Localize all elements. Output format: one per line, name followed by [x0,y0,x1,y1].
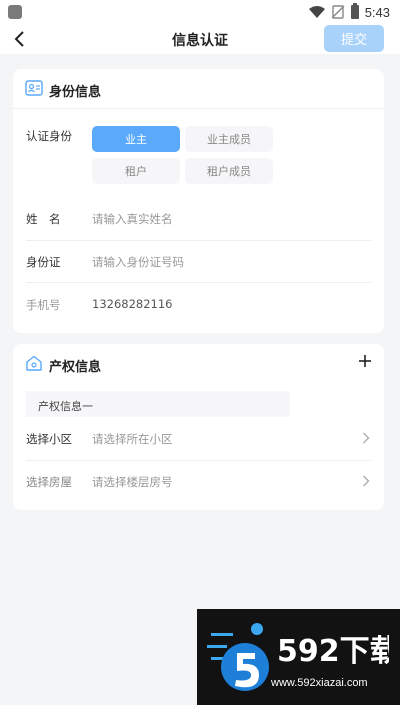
room-select[interactable]: 请选择楼层房号 [92,474,173,490]
role-option-owner[interactable]: 业主 [92,126,180,152]
house-icon [26,355,42,371]
phone-label: 手机号 [26,298,61,312]
svg-text:592下载: 592下载 [277,634,389,669]
chevron-right-icon[interactable] [362,432,370,444]
name-label: 姓 名 [26,212,61,226]
phone-value: 13268282116 [92,297,173,311]
id-number-input[interactable]: 请输入身份证号码 [92,254,184,270]
identity-card: 身份信息 认证身份 业主 业主成员 租户 租户成员 姓 名 请输入真实姓名 身份… [13,69,384,333]
property-group-header: 产权信息一 [26,391,290,417]
community-label: 选择小区 [26,432,72,446]
row-divider [26,240,371,241]
no-sim-icon [331,5,345,19]
status-time: 5:43 [364,4,390,20]
role-option-owner-member[interactable]: 业主成员 [185,126,273,152]
submit-button[interactable]: 提交 [324,25,384,52]
identity-section-title: 身份信息 [49,85,102,100]
property-card: 产权信息 产权信息一 选择小区 请选择所在小区 选择房屋 请选择楼层房号 [13,344,384,510]
status-indicators: 5:43 [308,3,390,21]
nav-bar: 信息认证 提交 [0,24,400,54]
id-number-label: 身份证 [26,255,61,269]
battery-icon [350,3,359,19]
property-group-title: 产权信息一 [38,400,93,413]
room-label: 选择房屋 [26,475,72,489]
row-divider [26,460,371,461]
status-bar: 5:43 [0,0,400,24]
property-section-title: 产权信息 [49,360,102,375]
role-option-tenant-member[interactable]: 租户成员 [185,158,273,184]
chevron-right-icon[interactable] [362,475,370,487]
site-watermark: 592下载 www.592xiazai.com [197,609,400,705]
property-card-header: 产权信息 [13,344,384,384]
watermark-logo-emblem [207,623,269,691]
watermark-url: www.592xiazai.com [271,677,368,689]
add-icon[interactable] [358,354,372,368]
name-input[interactable]: 请输入真实姓名 [92,211,173,227]
community-select[interactable]: 请选择所在小区 [92,431,173,447]
identity-card-header: 身份信息 [13,69,384,109]
app-notification-icon [8,5,22,19]
id-card-icon [25,80,43,96]
wifi-icon [308,6,325,18]
role-label: 认证身份 [26,129,72,143]
role-option-tenant[interactable]: 租户 [92,158,180,184]
row-divider [26,282,371,283]
watermark-brand-wordmark: 592下载 [277,634,389,669]
